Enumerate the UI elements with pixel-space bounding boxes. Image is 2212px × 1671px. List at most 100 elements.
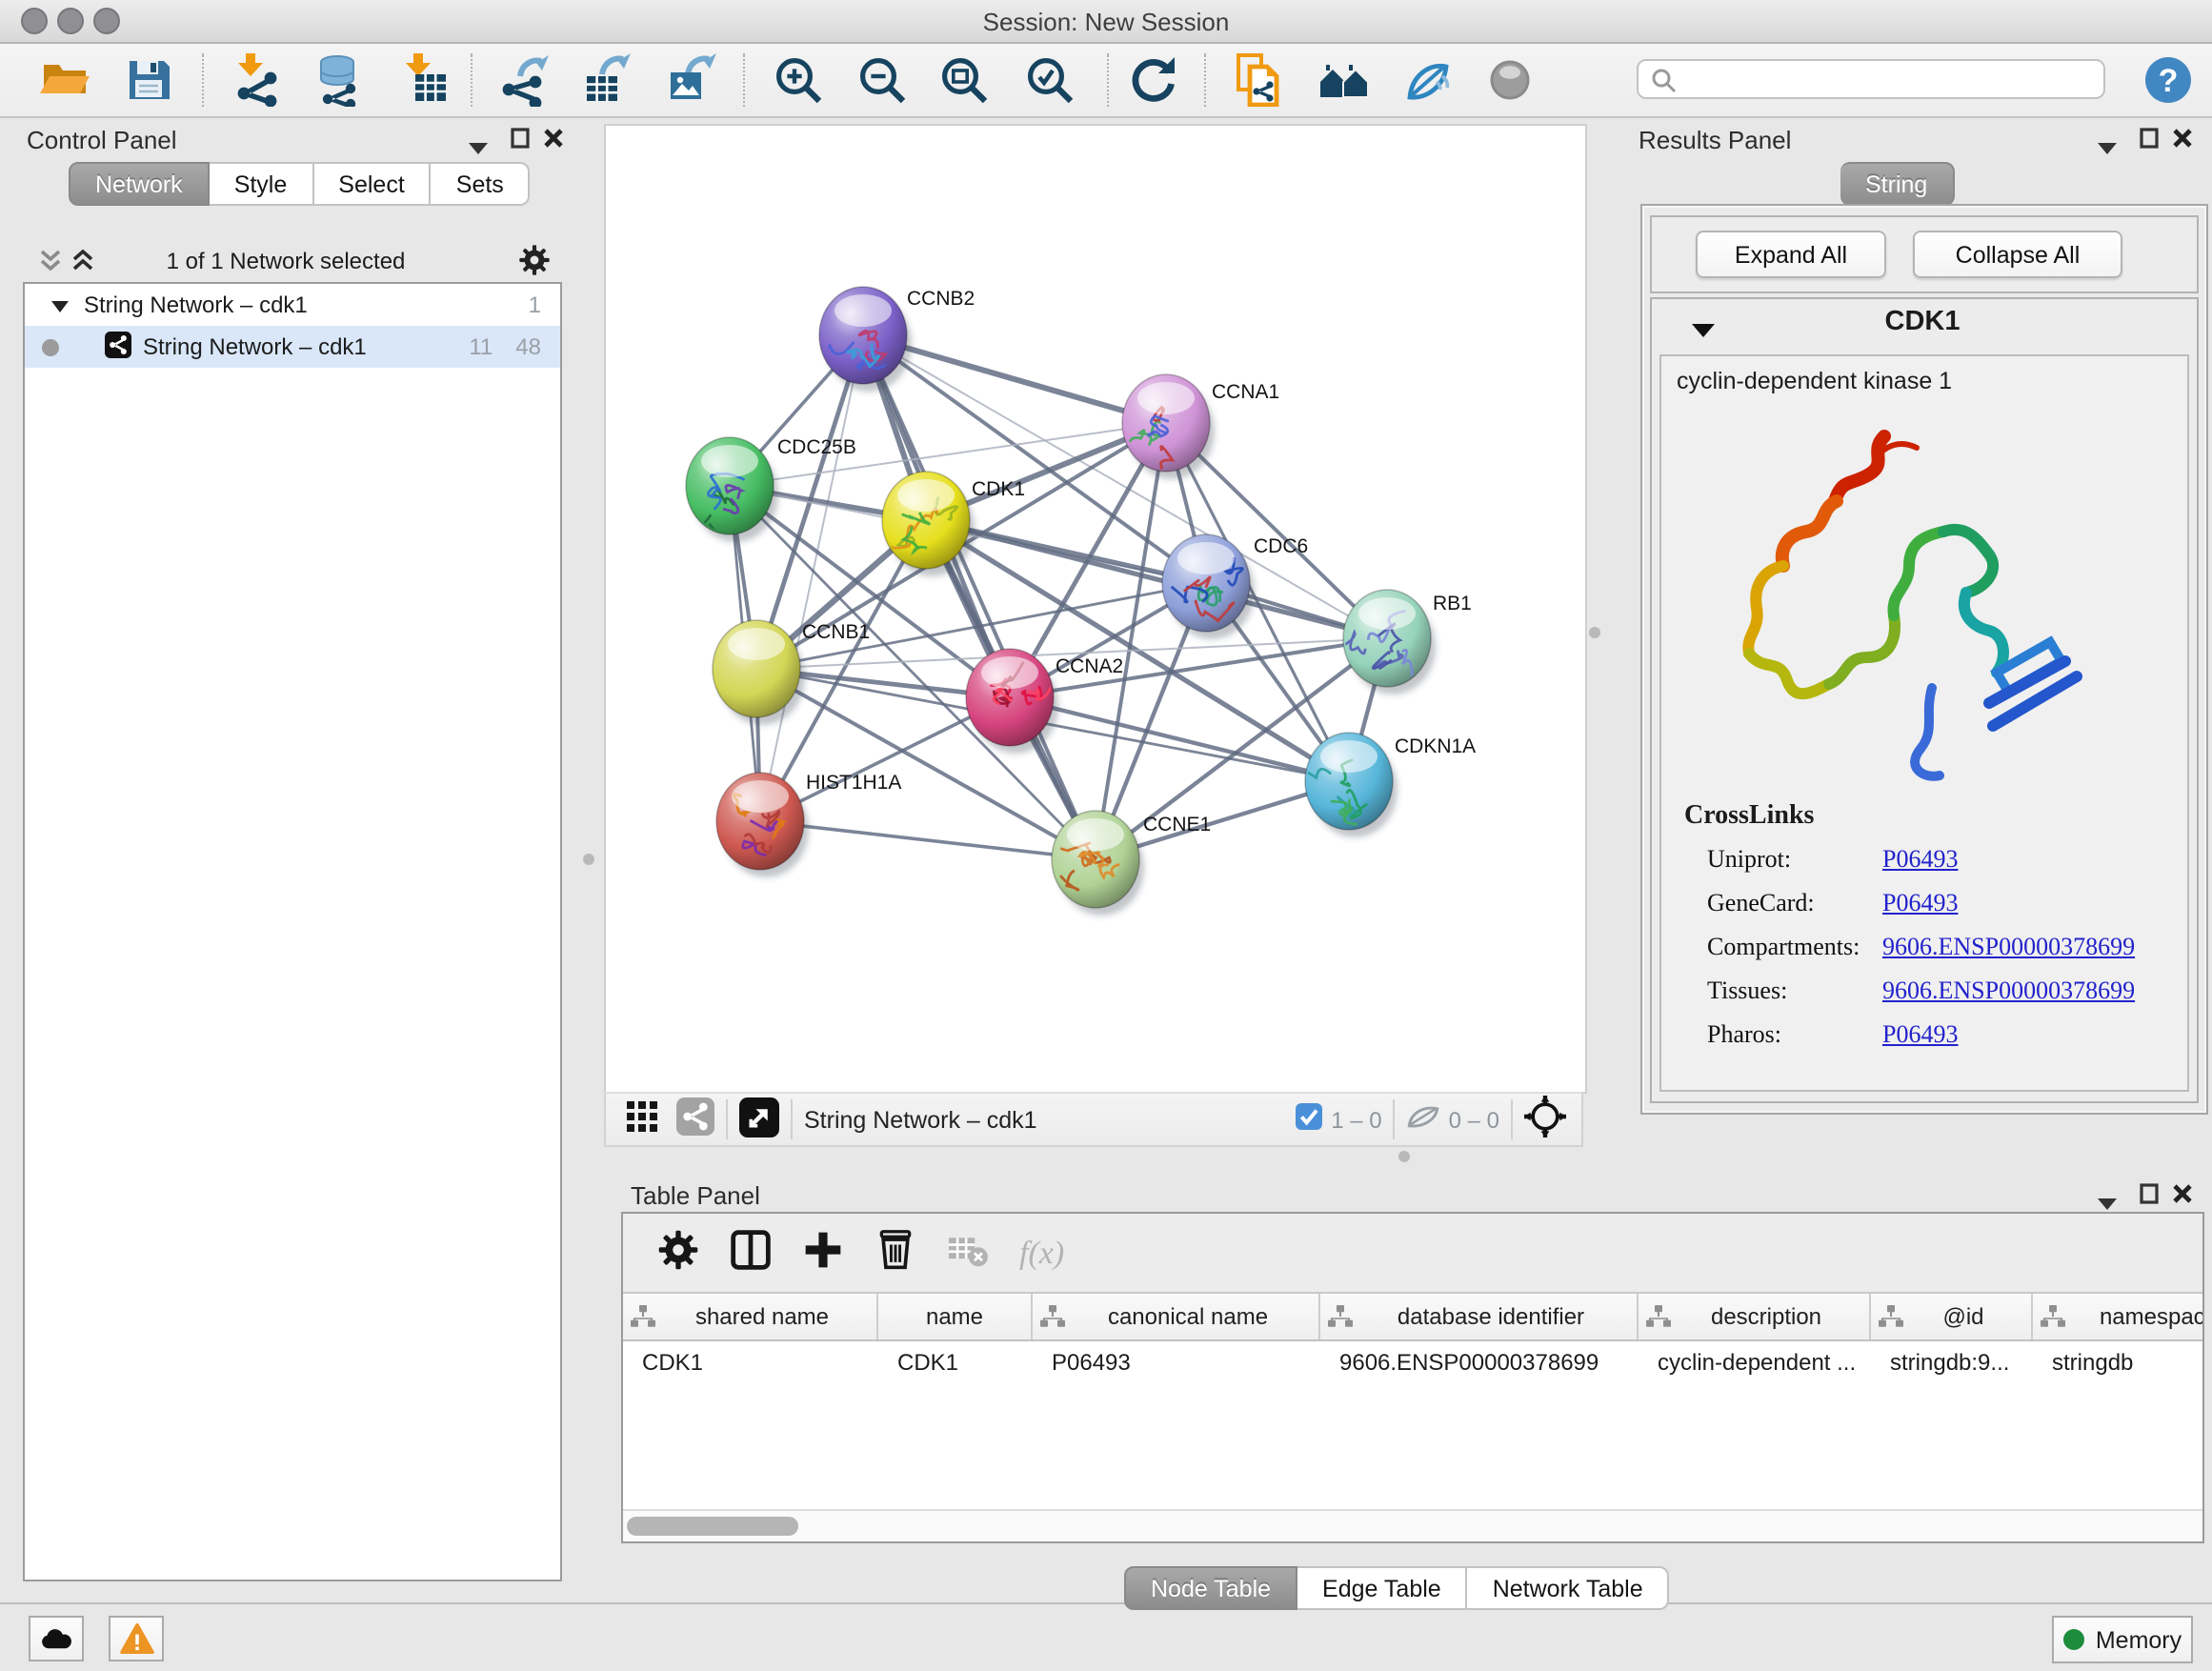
node-CCNB2[interactable]: CCNB2 (819, 287, 975, 392)
control-panel-menu-icon[interactable] (469, 133, 488, 160)
results-panel-menu-icon[interactable] (2098, 133, 2117, 160)
node-label: CCNB2 (907, 288, 975, 310)
table-panel-close-icon[interactable] (2172, 1183, 2193, 1210)
export-image-icon[interactable] (663, 53, 716, 107)
zoom-fit-icon[interactable] (937, 53, 991, 107)
tab-string[interactable]: String (1840, 162, 1954, 206)
results-panel-close-icon[interactable] (2172, 128, 2193, 154)
column-header-name[interactable]: name (878, 1294, 1033, 1339)
node-CDKN1A[interactable]: CDKN1A (1299, 733, 1476, 837)
network-graph[interactable]: CCNB2CCNA1CDC25BCDK1CDC6RB1CCNB1CCNA2CDK… (606, 126, 1585, 1092)
cloud-status-button[interactable] (29, 1616, 84, 1661)
edge-CDK1-RB1[interactable] (926, 520, 1387, 638)
node-CDK1[interactable]: CDK1 (882, 472, 1025, 576)
zoom-in-icon[interactable] (772, 53, 825, 107)
node-CCNE1[interactable]: CCNE1 (1052, 811, 1211, 916)
node-CDC6[interactable]: CDC6 (1162, 534, 1308, 639)
memory-status-button[interactable]: Memory (2052, 1616, 2193, 1663)
results-panel-float-icon[interactable] (2140, 128, 2159, 154)
network-canvas[interactable]: CCNB2CCNA1CDC25BCDK1CDC6RB1CCNB1CCNA2CDK… (604, 124, 1587, 1094)
crosslink-link[interactable]: 9606.ENSP00000378699 (1882, 931, 2135, 961)
expand-all-networks-icon[interactable] (70, 248, 95, 278)
table-panel-float-icon[interactable] (2140, 1183, 2159, 1210)
export-network-icon[interactable] (497, 53, 551, 107)
network-row-selected[interactable]: String Network – cdk1 11 48 (25, 326, 560, 368)
node-CCNA2[interactable]: CCNA2 (966, 649, 1123, 754)
collapse-all-button[interactable]: Collapse All (1913, 231, 2122, 278)
right-splitter-handle[interactable] (1589, 627, 1600, 638)
copy-style-document-icon[interactable] (1233, 53, 1286, 107)
grid-view-icon[interactable] (627, 1101, 657, 1137)
left-splitter-handle[interactable] (583, 854, 594, 865)
save-session-icon[interactable] (122, 53, 175, 107)
zoom-selected-icon[interactable] (1023, 53, 1076, 107)
tab-sets[interactable]: Sets (432, 162, 531, 206)
table-cell[interactable]: P06493 (1033, 1349, 1320, 1376)
add-column-icon[interactable] (802, 1229, 844, 1277)
import-network-database-icon[interactable] (312, 53, 366, 107)
open-session-icon[interactable] (38, 53, 91, 107)
tab-network[interactable]: Network (69, 162, 210, 206)
node-CCNA1[interactable]: CCNA1 (1122, 374, 1279, 479)
expand-all-button[interactable]: Expand All (1696, 231, 1886, 278)
selected-checkbox-icon[interactable] (1295, 1103, 1321, 1136)
table-cell[interactable]: CDK1 (623, 1349, 878, 1376)
tab-style[interactable]: Style (210, 162, 314, 206)
table-cell[interactable]: stringdb (2033, 1349, 2204, 1376)
column-header-shared-name[interactable]: shared name (623, 1294, 878, 1339)
column-header-description[interactable]: description (1639, 1294, 1871, 1339)
network-collection-row[interactable]: String Network – cdk1 1 (25, 284, 560, 326)
node-HIST1H1A[interactable]: HIST1H1A (716, 772, 901, 877)
control-panel-float-icon[interactable] (511, 128, 530, 154)
crosslinks-list: Uniprot:P06493GeneCard:P06493Compartment… (1707, 836, 2187, 1056)
search-field[interactable] (1677, 62, 2103, 96)
export-table-icon[interactable] (579, 53, 633, 107)
table-row[interactable]: CDK1CDK1P064939606.ENSP00000378699cyclin… (623, 1341, 2202, 1383)
table-header-row[interactable]: shared namenamecanonical namedatabase id… (623, 1292, 2202, 1341)
column-type-icon (1879, 1305, 1903, 1328)
network-options-gear-icon[interactable] (518, 244, 551, 282)
control-panel-close-icon[interactable] (543, 128, 564, 154)
hscrollbar-thumb[interactable] (627, 1517, 798, 1536)
node-RB1[interactable]: RB1 (1341, 590, 1472, 695)
tab-edge-table[interactable]: Edge Table (1297, 1566, 1468, 1610)
show-columns-icon[interactable] (730, 1229, 772, 1277)
table-cell[interactable]: CDK1 (878, 1349, 1033, 1376)
hide-eye-icon[interactable] (1400, 53, 1454, 107)
hide-all-panels-icon[interactable] (1318, 53, 1372, 107)
import-network-file-icon[interactable] (231, 53, 284, 107)
edge-CCNB2-HIST1H1A[interactable] (760, 335, 863, 821)
network-badge-gray-icon[interactable] (676, 1097, 714, 1141)
edge-HIST1H1A-CCNE1[interactable] (760, 821, 1096, 859)
refresh-layout-icon[interactable] (1126, 53, 1179, 107)
tab-node-table[interactable]: Node Table (1124, 1566, 1297, 1610)
collapse-all-networks-icon[interactable] (38, 248, 63, 278)
table-body[interactable]: CDK1CDK1P064939606.ENSP00000378699cyclin… (623, 1341, 2202, 1509)
delete-column-icon[interactable] (875, 1229, 916, 1277)
help-icon[interactable]: ? (2142, 53, 2195, 107)
open-in-browser-icon[interactable] (739, 1097, 779, 1142)
crosslink-link[interactable]: P06493 (1882, 843, 1958, 874)
table-hscrollbar[interactable] (623, 1509, 2202, 1541)
table-cell[interactable]: stringdb:9... (1871, 1349, 2033, 1376)
collection-expand-icon[interactable] (51, 292, 69, 318)
birds-eye-view-icon[interactable] (1524, 1096, 1566, 1143)
table-cell[interactable]: cyclin-dependent ... (1639, 1349, 1871, 1376)
import-table-icon[interactable] (398, 53, 452, 107)
warning-status-button[interactable] (109, 1616, 164, 1661)
tab-network-table[interactable]: Network Table (1468, 1566, 1670, 1610)
crosslink-link[interactable]: P06493 (1882, 887, 1958, 917)
crosslink-link[interactable]: 9606.ENSP00000378699 (1882, 975, 2135, 1005)
search-input[interactable] (1637, 59, 2105, 99)
table-cell[interactable]: 9606.ENSP00000378699 (1320, 1349, 1639, 1376)
tab-select[interactable]: Select (313, 162, 432, 206)
column-header-canonical-name[interactable]: canonical name (1033, 1294, 1320, 1339)
column-header-namespace[interactable]: namespace (2033, 1294, 2204, 1339)
zoom-out-icon[interactable] (855, 53, 909, 107)
table-settings-gear-icon[interactable] (657, 1229, 699, 1277)
selected-counter: 1 – 0 (1331, 1106, 1381, 1133)
bottom-splitter-handle[interactable] (1398, 1151, 1410, 1162)
column-header-database-identifier[interactable]: database identifier (1320, 1294, 1639, 1339)
column-header--id[interactable]: @id (1871, 1294, 2033, 1339)
crosslink-link[interactable]: P06493 (1882, 1018, 1958, 1049)
